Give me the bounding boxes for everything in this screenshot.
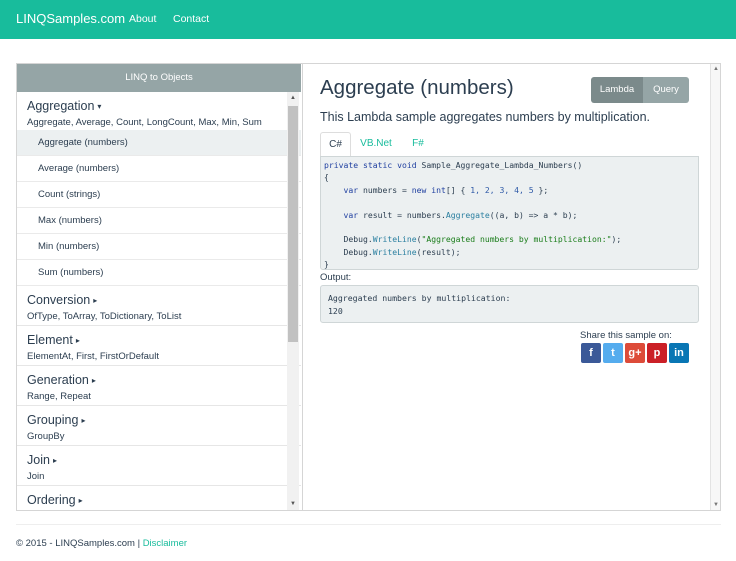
sidebar-group-subtitle: Join bbox=[27, 470, 45, 482]
sidebar-group-grouping[interactable]: Grouping ▸ GroupBy bbox=[17, 406, 301, 446]
lambda-button[interactable]: Lambda bbox=[591, 77, 643, 103]
sidebar-group-aggregation[interactable]: Aggregation ▾ Aggregate, Average, Count, … bbox=[17, 92, 301, 130]
caret-right-icon: ▸ bbox=[81, 415, 86, 425]
main-panel: LINQ to Objects Aggregation ▾ Aggregate, … bbox=[16, 63, 721, 511]
sidebar-item-aggregate-numbers[interactable]: Aggregate (numbers) bbox=[17, 130, 301, 156]
sidebar-group-title: Generation bbox=[27, 373, 89, 387]
tab-vbnet[interactable]: VB.Net bbox=[356, 132, 396, 156]
sidebar-group-subtitle: OfType, ToArray, ToDictionary, ToList bbox=[27, 310, 182, 322]
google-plus-icon[interactable]: g+ bbox=[625, 343, 645, 363]
footer-copyright: © 2015 - LINQSamples.com bbox=[16, 538, 135, 549]
code-line: } bbox=[324, 259, 329, 270]
sidebar-header: LINQ to Objects bbox=[17, 64, 301, 92]
sidebar-group-conversion[interactable]: Conversion ▸ OfType, ToArray, ToDictionar… bbox=[17, 286, 301, 326]
twitter-icon[interactable]: t bbox=[603, 343, 623, 363]
disclaimer-link[interactable]: Disclaimer bbox=[143, 538, 187, 549]
output-line: 120 bbox=[328, 306, 343, 316]
footer: © 2015 - LINQSamples.com | Disclaimer bbox=[16, 538, 187, 549]
sidebar-group-title: Conversion bbox=[27, 293, 91, 307]
facebook-icon[interactable]: f bbox=[581, 343, 601, 363]
caret-right-icon: ▸ bbox=[91, 375, 96, 385]
sidebar-scrollbar[interactable]: ▲ ▼ bbox=[287, 92, 299, 510]
footer-separator: | bbox=[137, 538, 141, 549]
sidebar-item-count-strings[interactable]: Count (strings) bbox=[17, 182, 301, 208]
sidebar-group-subtitle: GroupBy bbox=[27, 430, 65, 442]
sidebar-group-title: Join bbox=[27, 453, 50, 467]
nav-contact-link[interactable]: Contact bbox=[173, 13, 209, 25]
code-line: var numbers = new int[] { 1, 2, 3, 4, 5 … bbox=[343, 184, 549, 195]
sidebar-group-join[interactable]: Join ▸ Join bbox=[17, 446, 301, 486]
code-block: private static void Sample_Aggregate_Lam… bbox=[320, 156, 699, 270]
caret-right-icon: ▸ bbox=[75, 335, 80, 345]
sidebar-item-average-numbers[interactable]: Average (numbers) bbox=[17, 156, 301, 182]
code-line: Debug.WriteLine("Aggregated numbers by m… bbox=[324, 234, 622, 245]
sidebar-group-title: Grouping bbox=[27, 413, 79, 427]
query-button[interactable]: Query bbox=[643, 77, 689, 103]
sidebar-group-generation[interactable]: Generation ▸ Range, Repeat bbox=[17, 366, 301, 406]
code-line: Debug.WriteLine(result); bbox=[324, 246, 461, 257]
sample-content: Aggregate (numbers) Lambda Query This La… bbox=[302, 64, 710, 510]
sidebar-item-sum-numbers[interactable]: Sum (numbers) bbox=[17, 260, 301, 286]
pinterest-icon[interactable]: p bbox=[647, 343, 667, 363]
sidebar: LINQ to Objects Aggregation ▾ Aggregate, … bbox=[17, 64, 301, 510]
sidebar-group-subtitle: ElementAt, First, FirstOrDefault bbox=[27, 350, 159, 362]
linkedin-icon[interactable]: in bbox=[669, 343, 689, 363]
sidebar-item-min-numbers[interactable]: Min (numbers) bbox=[17, 234, 301, 260]
scroll-down-icon[interactable]: ▼ bbox=[287, 498, 299, 510]
scroll-up-icon[interactable]: ▲ bbox=[287, 92, 299, 104]
output-line: Aggregated numbers by multiplication: bbox=[328, 293, 511, 303]
sidebar-group-subtitle: Aggregate, Average, Count, LongCount, Ma… bbox=[27, 116, 262, 128]
output-label: Output: bbox=[320, 272, 352, 283]
sidebar-group-title: Aggregation bbox=[27, 99, 95, 113]
brand-link[interactable]: LINQSamples.com bbox=[16, 11, 125, 26]
caret-right-icon: ▸ bbox=[93, 295, 98, 305]
code-line: { bbox=[324, 172, 329, 183]
sidebar-group-subtitle: Range, Repeat bbox=[27, 390, 91, 402]
scroll-down-icon[interactable]: ▼ bbox=[711, 500, 721, 510]
caret-right-icon: ▸ bbox=[78, 495, 83, 505]
scroll-up-icon[interactable]: ▲ bbox=[711, 64, 721, 74]
caret-right-icon: ▸ bbox=[52, 455, 57, 465]
navbar: LINQSamples.com About Contact bbox=[0, 0, 736, 39]
output-block: Aggregated numbers by multiplication: 120 bbox=[320, 285, 699, 323]
code-line: private static void Sample_Aggregate_Lam… bbox=[324, 160, 583, 170]
nav-about-link[interactable]: About bbox=[129, 13, 156, 25]
caret-down-icon: ▾ bbox=[97, 101, 102, 111]
sidebar-group-title: Ordering bbox=[27, 493, 76, 507]
page-scrollbar[interactable]: ▲ ▼ bbox=[710, 64, 720, 510]
sidebar-group-title: Element bbox=[27, 333, 73, 347]
sidebar-scroll-thumb[interactable] bbox=[288, 106, 298, 342]
page-title: Aggregate (numbers) bbox=[320, 76, 514, 99]
sidebar-group-element[interactable]: Element ▸ ElementAt, First, FirstOrDefaul… bbox=[17, 326, 301, 366]
sidebar-group-ordering[interactable]: Ordering ▸ bbox=[17, 486, 301, 510]
code-line: var result = numbers.Aggregate((a, b) =>… bbox=[343, 209, 578, 220]
sample-description: This Lambda sample aggregates numbers by… bbox=[320, 110, 651, 124]
tab-fsharp[interactable]: F# bbox=[404, 132, 432, 156]
footer-divider bbox=[16, 524, 721, 525]
share-label: Share this sample on: bbox=[580, 330, 672, 341]
sidebar-item-max-numbers[interactable]: Max (numbers) bbox=[17, 208, 301, 234]
tab-csharp[interactable]: C# bbox=[320, 132, 351, 156]
